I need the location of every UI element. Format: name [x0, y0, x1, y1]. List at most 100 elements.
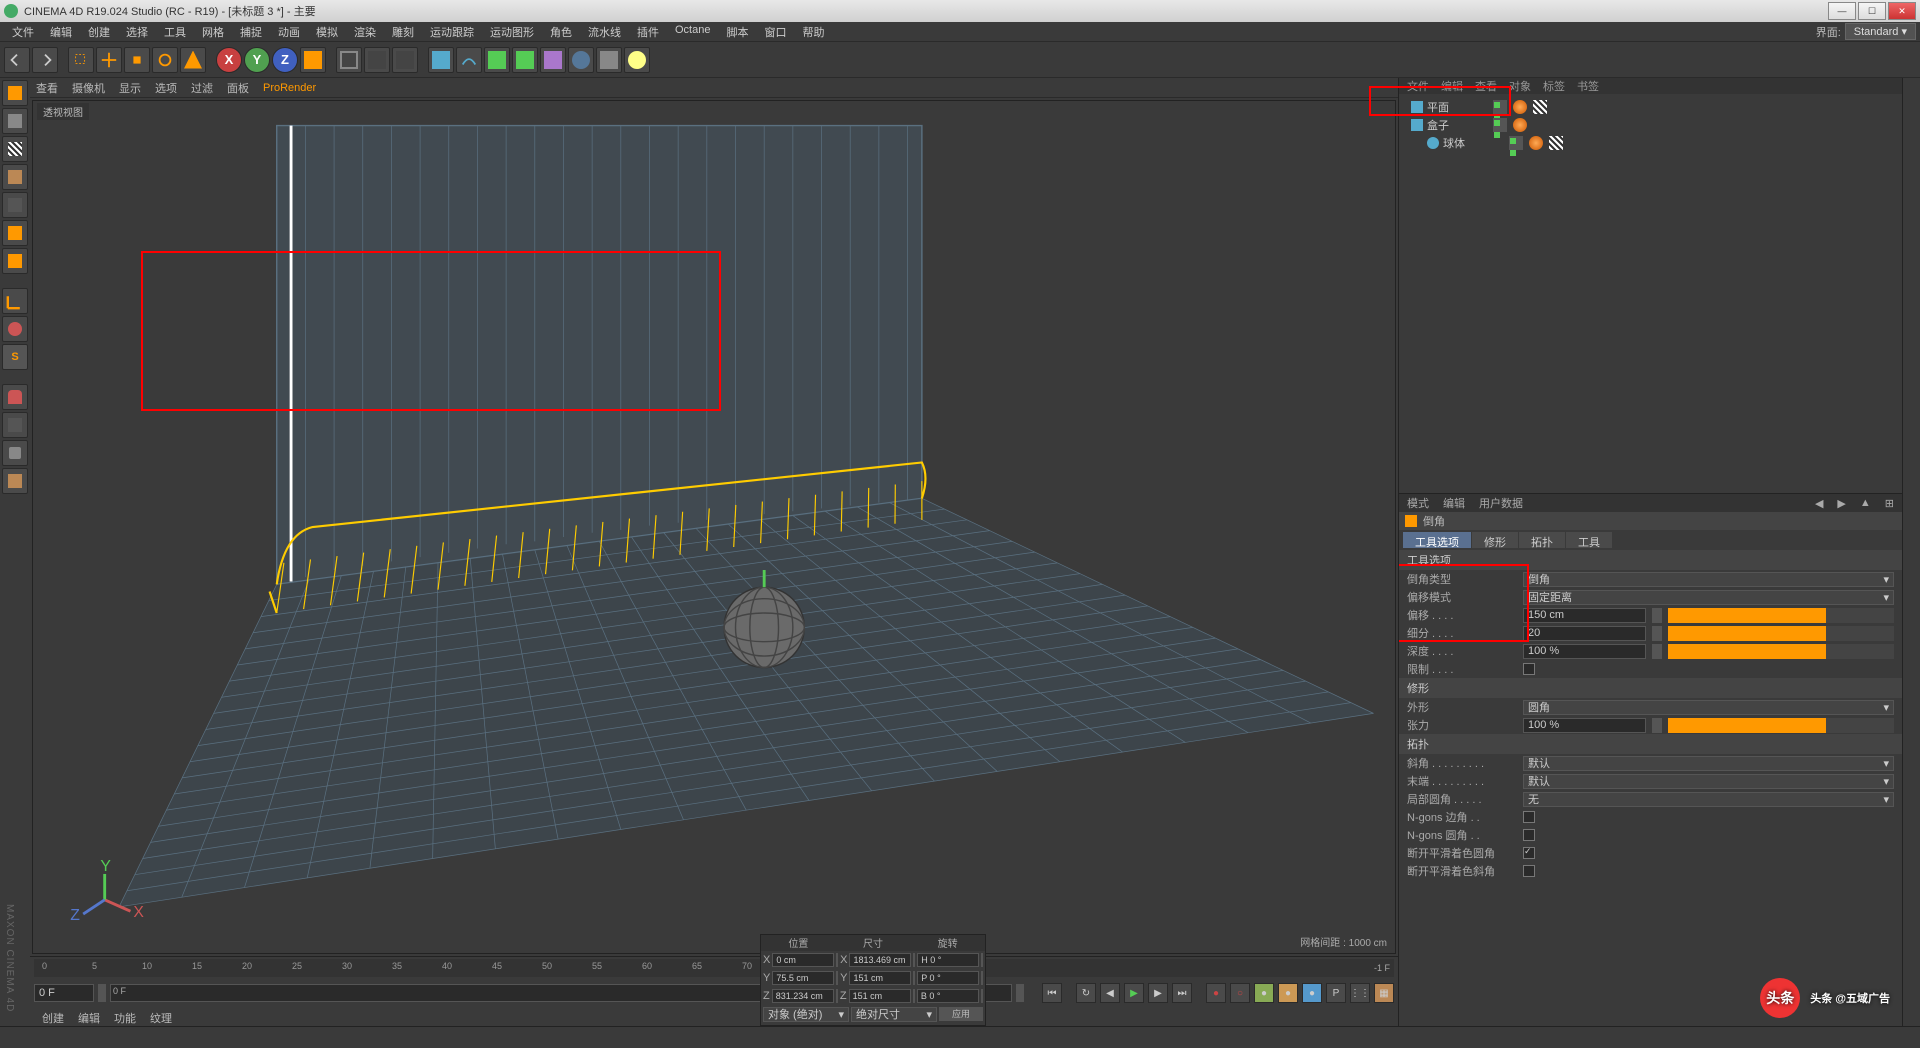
vp-tab-2[interactable]: 显示: [119, 80, 141, 96]
nav-fwd-icon[interactable]: ▶: [1837, 497, 1845, 510]
apply-button[interactable]: 应用: [939, 1007, 983, 1021]
x-axis-toggle[interactable]: X: [216, 47, 242, 73]
coord-mode-1[interactable]: 对象 (绝对)▾: [763, 1007, 849, 1022]
edge-mode[interactable]: [2, 220, 28, 246]
make-editable[interactable]: [2, 80, 28, 106]
dd-斜角 . . . . . . . . .[interactable]: 默认▾: [1523, 756, 1894, 771]
obj-tab-书签[interactable]: 书签: [1577, 78, 1599, 94]
menu-网格[interactable]: 网格: [194, 22, 232, 42]
menu-渲染[interactable]: 渲染: [346, 22, 384, 42]
frame-current[interactable]: [34, 984, 94, 1002]
prev-key[interactable]: ◀: [1100, 983, 1120, 1003]
menu-帮助[interactable]: 帮助: [794, 22, 832, 42]
redo-button[interactable]: [32, 47, 58, 73]
workplane-snap[interactable]: [2, 412, 28, 438]
camera-button[interactable]: [596, 47, 622, 73]
object-row-0[interactable]: 平面: [1403, 98, 1898, 116]
menu-捕捉[interactable]: 捕捉: [232, 22, 270, 42]
z-axis-toggle[interactable]: Z: [272, 47, 298, 73]
timeline-ruler[interactable]: -1 F 05101520253035404550556065707580859…: [34, 959, 1394, 977]
dd-局部圆角 . . . . .[interactable]: 无▾: [1523, 792, 1894, 807]
undo-button[interactable]: [4, 47, 30, 73]
tag-material[interactable]: [1549, 136, 1563, 150]
primitive-cube[interactable]: [428, 47, 454, 73]
dd-末端 . . . . . . . . .[interactable]: 默认▾: [1523, 774, 1894, 789]
nav-back-icon[interactable]: ◀: [1815, 497, 1823, 510]
chk-限制 . . . .[interactable]: [1523, 663, 1535, 675]
menu-文件[interactable]: 文件: [4, 22, 42, 42]
dd-偏移模式[interactable]: 固定距离▾: [1523, 590, 1894, 605]
deformer[interactable]: [540, 47, 566, 73]
magnet-snap[interactable]: [2, 384, 28, 410]
scale-tool[interactable]: [124, 47, 150, 73]
menu-工具[interactable]: 工具: [156, 22, 194, 42]
vp-tab-1[interactable]: 摄像机: [72, 80, 105, 96]
section-shape[interactable]: 修形: [1399, 678, 1902, 698]
generator-nurbs[interactable]: [484, 47, 510, 73]
chk-断开平滑着色圆角[interactable]: [1523, 847, 1535, 859]
nav-up-icon[interactable]: ▲: [1860, 497, 1871, 509]
autokey-button[interactable]: ○: [1230, 983, 1250, 1003]
attr-tab-编辑[interactable]: 编辑: [1443, 495, 1465, 511]
tag-visibility[interactable]: [1493, 118, 1507, 132]
misc-tool[interactable]: [2, 468, 28, 494]
subtab-0[interactable]: 工具选项: [1403, 532, 1471, 548]
key-param[interactable]: P: [1326, 983, 1346, 1003]
section-tool-options[interactable]: 工具选项: [1399, 550, 1902, 570]
coord-mode-2[interactable]: 绝对尺寸▾: [851, 1007, 937, 1022]
menu-动画[interactable]: 动画: [270, 22, 308, 42]
workplane-mode[interactable]: [2, 164, 28, 190]
loop-button[interactable]: ↻: [1076, 983, 1096, 1003]
subtab-2[interactable]: 拓扑: [1519, 532, 1565, 548]
menu-雕刻[interactable]: 雕刻: [384, 22, 422, 42]
mat-tab-创建[interactable]: 创建: [42, 1010, 64, 1026]
key-misc[interactable]: ⋮⋮: [1350, 983, 1370, 1003]
mat-tab-纹理[interactable]: 纹理: [150, 1010, 172, 1026]
vp-tab-6[interactable]: ProRender: [263, 82, 316, 94]
goto-start[interactable]: ⏮: [1042, 983, 1062, 1003]
chk-断开平滑着色斜角[interactable]: [1523, 865, 1535, 877]
record-button[interactable]: ●: [1206, 983, 1226, 1003]
tag-phong[interactable]: [1513, 118, 1527, 132]
spline-tool[interactable]: [456, 47, 482, 73]
menu-选择[interactable]: 选择: [118, 22, 156, 42]
tag-material[interactable]: [1533, 100, 1547, 114]
chk-N-gons 边角 . .[interactable]: [1523, 811, 1535, 823]
goto-end[interactable]: ⏭: [1172, 983, 1192, 1003]
poly-mode[interactable]: [2, 248, 28, 274]
menu-流水线[interactable]: 流水线: [580, 22, 629, 42]
environment[interactable]: [568, 47, 594, 73]
dd-倒角类型[interactable]: 倒角▾: [1523, 572, 1894, 587]
menu-Octane[interactable]: Octane: [667, 22, 718, 42]
tag-phong[interactable]: [1529, 136, 1543, 150]
close-button[interactable]: ✕: [1888, 2, 1916, 20]
maximize-button[interactable]: ☐: [1858, 2, 1886, 20]
field-深度 . . . .[interactable]: 100 %: [1523, 644, 1646, 659]
attr-tab-用户数据[interactable]: 用户数据: [1479, 495, 1523, 511]
model-mode[interactable]: [2, 108, 28, 134]
play-button[interactable]: ▶: [1124, 983, 1144, 1003]
coord-system[interactable]: [300, 47, 326, 73]
subtab-1[interactable]: 修形: [1472, 532, 1518, 548]
light-button[interactable]: [624, 47, 650, 73]
menu-窗口[interactable]: 窗口: [756, 22, 794, 42]
obj-tab-文件[interactable]: 文件: [1407, 78, 1429, 94]
minimize-button[interactable]: —: [1828, 2, 1856, 20]
menu-运动跟踪[interactable]: 运动跟踪: [422, 22, 482, 42]
menu-编辑[interactable]: 编辑: [42, 22, 80, 42]
object-row-2[interactable]: 球体: [1403, 134, 1898, 152]
obj-tab-对象[interactable]: 对象: [1509, 78, 1531, 94]
menu-脚本[interactable]: 脚本: [718, 22, 756, 42]
vp-tab-4[interactable]: 过滤: [191, 80, 213, 96]
move-tool[interactable]: [96, 47, 122, 73]
snap-button[interactable]: S: [2, 344, 28, 370]
attr-tab-模式[interactable]: 模式: [1407, 495, 1429, 511]
object-manager[interactable]: 平面盒子球体: [1399, 94, 1902, 494]
field-张力[interactable]: 100 %: [1523, 718, 1646, 733]
attr-menu-icon[interactable]: ⊞: [1885, 497, 1894, 510]
tag-visibility[interactable]: [1509, 136, 1523, 150]
render-settings[interactable]: [392, 47, 418, 73]
mat-tab-功能[interactable]: 功能: [114, 1010, 136, 1026]
tweak-mode[interactable]: [2, 316, 28, 342]
render-pv[interactable]: [364, 47, 390, 73]
